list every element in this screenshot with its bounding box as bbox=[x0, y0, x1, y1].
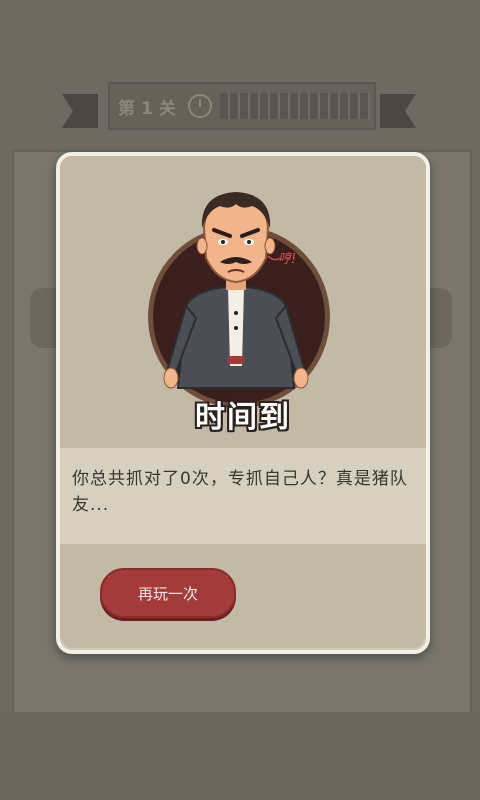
dialog-footer: 再玩一次 bbox=[60, 544, 426, 646]
angry-man-character bbox=[163, 192, 309, 389]
result-message: 你总共抓对了0次，专抓自己人？真是猪队友... bbox=[72, 469, 408, 515]
clock-icon bbox=[187, 94, 212, 118]
timer-progress-bar bbox=[219, 93, 370, 119]
message-area: 你总共抓对了0次，专抓自己人？真是猪队友... bbox=[60, 448, 426, 544]
dialog-header: 哼! 时间到 bbox=[60, 156, 426, 448]
level-header: 第1关 bbox=[108, 82, 376, 130]
dialog-title: 时间到 bbox=[195, 400, 291, 435]
level-label: 第1关 bbox=[118, 98, 182, 119]
replay-button[interactable]: 再玩一次 bbox=[100, 568, 236, 618]
game-over-dialog: 哼! 时间到 你总共抓对了0次，专抓自己人？真是猪队友... 再玩一次 bbox=[56, 152, 430, 654]
speech-exclamation: 哼! bbox=[278, 252, 297, 267]
ribbon-left-tail bbox=[62, 94, 98, 128]
ribbon-right-tail bbox=[380, 94, 416, 128]
bottom-strip bbox=[0, 712, 480, 800]
